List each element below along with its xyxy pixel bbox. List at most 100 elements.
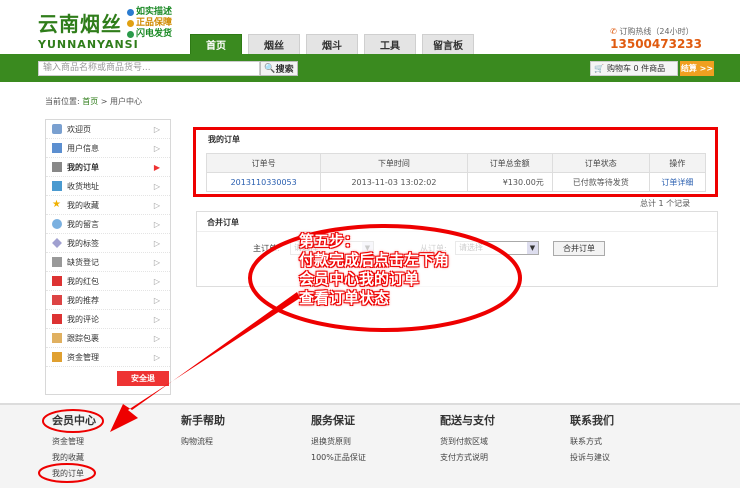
- footer-link[interactable]: 货到付款区域: [440, 436, 495, 447]
- chevron-right-icon: ▷: [153, 333, 160, 343]
- main-order-label: 主订单:: [253, 244, 280, 253]
- divider: [197, 231, 717, 232]
- breadcrumb-current: 用户中心: [110, 97, 143, 106]
- checkout-button[interactable]: 结算 >>: [680, 61, 714, 76]
- main-nav: 首页 烟丝 烟斗 工具 留言板: [190, 34, 474, 54]
- nav-tab-pipe[interactable]: 烟斗: [306, 34, 358, 54]
- chevron-down-icon: ▼: [527, 242, 538, 254]
- sidebar-item-my-orders[interactable]: 我的订单 ▶: [46, 158, 170, 177]
- chevron-right-icon: ▷: [153, 124, 160, 134]
- message-icon: [52, 219, 62, 229]
- sidebar-item-user-info[interactable]: 用户信息 ▷: [46, 139, 170, 158]
- order-status: 已付款等待发货: [551, 172, 650, 192]
- footer-link[interactable]: 投诉与建议: [570, 452, 614, 463]
- footer-link[interactable]: 资金管理: [52, 436, 96, 447]
- slogan-item: 正品保障: [127, 18, 172, 29]
- chevron-right-icon: ▷: [153, 295, 160, 305]
- sidebar-item-comments[interactable]: 我的评论 ▷: [46, 310, 170, 329]
- sidebar-item-recommend[interactable]: 我的推荐 ▷: [46, 291, 170, 310]
- package-icon: [52, 333, 62, 343]
- sidebar-item-favorites[interactable]: ★ 我的收藏 ▷: [46, 196, 170, 215]
- orders-title: 我的订单: [208, 135, 240, 144]
- footer-link[interactable]: 我的订单: [52, 468, 96, 479]
- sidebar-item-tags[interactable]: 我的标签 ▷: [46, 234, 170, 253]
- search-input[interactable]: 输入商品名称或商品货号...: [38, 61, 260, 76]
- table-row: 2013110330053 2013-11-03 13:02:02 ¥130.0…: [205, 172, 707, 192]
- sidebar-item-address[interactable]: 收货地址 ▷: [46, 177, 170, 196]
- cart-button[interactable]: 🛒 购物车 0 件商品: [590, 61, 678, 76]
- footer-link[interactable]: 100%正品保证: [311, 452, 366, 463]
- order-number-link[interactable]: 2013110330053: [231, 178, 297, 187]
- sidebar-item-messages[interactable]: 我的留言 ▷: [46, 215, 170, 234]
- footer-link[interactable]: 我的收藏: [52, 452, 96, 463]
- sidebar-item-red-packet[interactable]: 我的红包 ▷: [46, 272, 170, 291]
- hotline-label: ✆ 订购热线（24小时）: [610, 27, 694, 36]
- order-detail-link[interactable]: 订单详细: [661, 178, 693, 187]
- chevron-right-icon: ▷: [153, 181, 160, 191]
- logo-english-name: YUNNANYANSI: [38, 38, 139, 51]
- money-icon: [52, 352, 62, 362]
- nav-tab-guestbook[interactable]: 留言板: [422, 34, 474, 54]
- red-packet-icon: [52, 276, 62, 286]
- cart-icon: 🛒: [594, 64, 604, 73]
- order-amount: ¥130.00元: [466, 172, 553, 192]
- user-card-icon: [52, 143, 62, 153]
- column-header: 订单总金额: [466, 153, 553, 173]
- footer-link[interactable]: 购物流程: [181, 436, 225, 447]
- slogan-item: 闪电发货: [127, 29, 172, 40]
- footer-link[interactable]: 支付方式说明: [440, 452, 495, 463]
- slogan-item: 如实描述: [127, 7, 172, 18]
- footer-column-contact: 联系我们 联系方式 投诉与建议: [570, 412, 614, 463]
- breadcrumb-home-link[interactable]: 首页: [82, 97, 98, 106]
- phone-icon: ✆: [610, 27, 617, 36]
- chevron-right-icon: ▷: [153, 276, 160, 286]
- search-icon: 🔍: [264, 63, 276, 74]
- footer-column-service: 服务保证 退换货原则 100%正品保证: [311, 412, 366, 463]
- footer-column-delivery: 配送与支付 货到付款区域 支付方式说明: [440, 412, 495, 463]
- site-logo[interactable]: 云南烟丝 YUNNANYANSI: [38, 8, 139, 51]
- footer-link[interactable]: 退换货原则: [311, 436, 366, 447]
- from-order-select[interactable]: 请选择 ▼: [455, 241, 539, 255]
- footer-heading: 配送与支付: [440, 414, 495, 427]
- footer-column-member: 会员中心 资金管理 我的收藏 我的订单: [52, 412, 96, 479]
- order-icon: [52, 162, 62, 172]
- breadcrumb: 当前位置: 首页 > 用户中心: [45, 97, 143, 106]
- slogan-dot-icon: [127, 20, 134, 27]
- order-total-count: 总计 1 个记录: [640, 199, 691, 208]
- my-orders-panel: 我的订单 订单号 下单时间 订单总金额 订单状态 操作 201311033005…: [193, 127, 718, 197]
- site-footer: [0, 403, 740, 488]
- slogan-dot-icon: [127, 31, 134, 38]
- column-header: 订单号: [205, 153, 322, 173]
- service-slogans: 如实描述 正品保障 闪电发货: [127, 7, 172, 40]
- hotline: ✆ 订购热线（24小时） 13500473233: [610, 26, 702, 51]
- recommend-icon: [52, 295, 62, 305]
- nav-tab-cut-tobacco[interactable]: 烟丝: [248, 34, 300, 54]
- chevron-right-icon: ▶: [153, 162, 160, 172]
- footer-heading: 联系我们: [570, 414, 614, 427]
- footer-column-help: 新手帮助 购物流程: [181, 412, 225, 447]
- register-icon: [52, 257, 62, 267]
- search-button[interactable]: 🔍 搜索: [260, 61, 298, 76]
- comment-icon: [52, 314, 62, 324]
- nav-tab-home[interactable]: 首页: [190, 34, 242, 54]
- slogan-dot-icon: [127, 9, 134, 16]
- chevron-right-icon: ▷: [153, 257, 160, 267]
- sidebar-item-track-package[interactable]: 跟踪包裹 ▷: [46, 329, 170, 348]
- tag-icon: [52, 238, 62, 248]
- sidebar-item-funds[interactable]: 资金管理 ▷: [46, 348, 170, 367]
- safe-logout-button[interactable]: 安全退: [117, 371, 169, 386]
- hotline-number: 13500473233: [610, 37, 702, 51]
- tutorial-step-text: 第五步： 付款完成后点击左下角 会员中心我的订单 查看订单状态: [299, 232, 450, 307]
- column-header: 下单时间: [320, 153, 468, 173]
- chevron-right-icon: ▷: [153, 238, 160, 248]
- merge-order-button[interactable]: 合并订单: [553, 241, 605, 256]
- footer-heading: 会员中心: [52, 414, 96, 427]
- chevron-right-icon: ▷: [153, 352, 160, 362]
- footer-link[interactable]: 联系方式: [570, 436, 614, 447]
- nav-tab-tools[interactable]: 工具: [364, 34, 416, 54]
- chevron-right-icon: ▷: [153, 143, 160, 153]
- column-header: 订单状态: [551, 153, 650, 173]
- chevron-right-icon: ▷: [153, 219, 160, 229]
- sidebar-item-welcome[interactable]: 欢迎页 ▷: [46, 120, 170, 139]
- sidebar-item-out-of-stock[interactable]: 缺货登记 ▷: [46, 253, 170, 272]
